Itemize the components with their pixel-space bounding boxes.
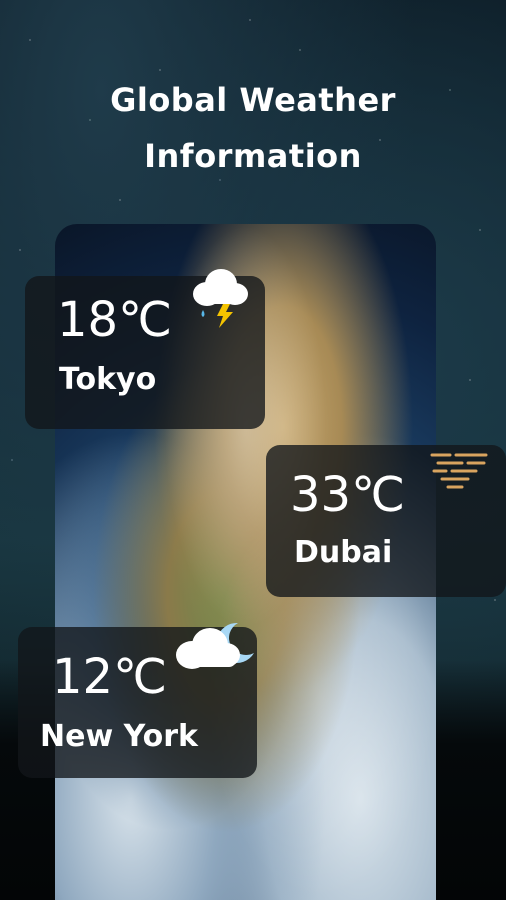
temperature-value: 18℃ bbox=[57, 292, 172, 348]
sun-haze-icon bbox=[430, 453, 488, 489]
weather-card-new-york[interactable]: 12℃ New York bbox=[18, 622, 257, 778]
title-line-1: Global Weather bbox=[110, 81, 396, 119]
city-name: Tokyo bbox=[59, 362, 157, 397]
temperature-value: 12℃ bbox=[52, 649, 167, 705]
temperature-value: 33℃ bbox=[290, 467, 405, 523]
cloud-moon-icon bbox=[176, 622, 254, 669]
page-title: Global Weather Information bbox=[0, 72, 506, 184]
cloud-thunder-rain-icon bbox=[193, 269, 248, 328]
title-line-2: Information bbox=[144, 137, 362, 175]
weather-card-dubai[interactable]: 33℃ Dubai bbox=[266, 445, 506, 597]
city-name: Dubai bbox=[294, 535, 393, 570]
weather-card-tokyo[interactable]: 18℃ Tokyo bbox=[25, 269, 265, 429]
city-name: New York bbox=[40, 719, 198, 754]
